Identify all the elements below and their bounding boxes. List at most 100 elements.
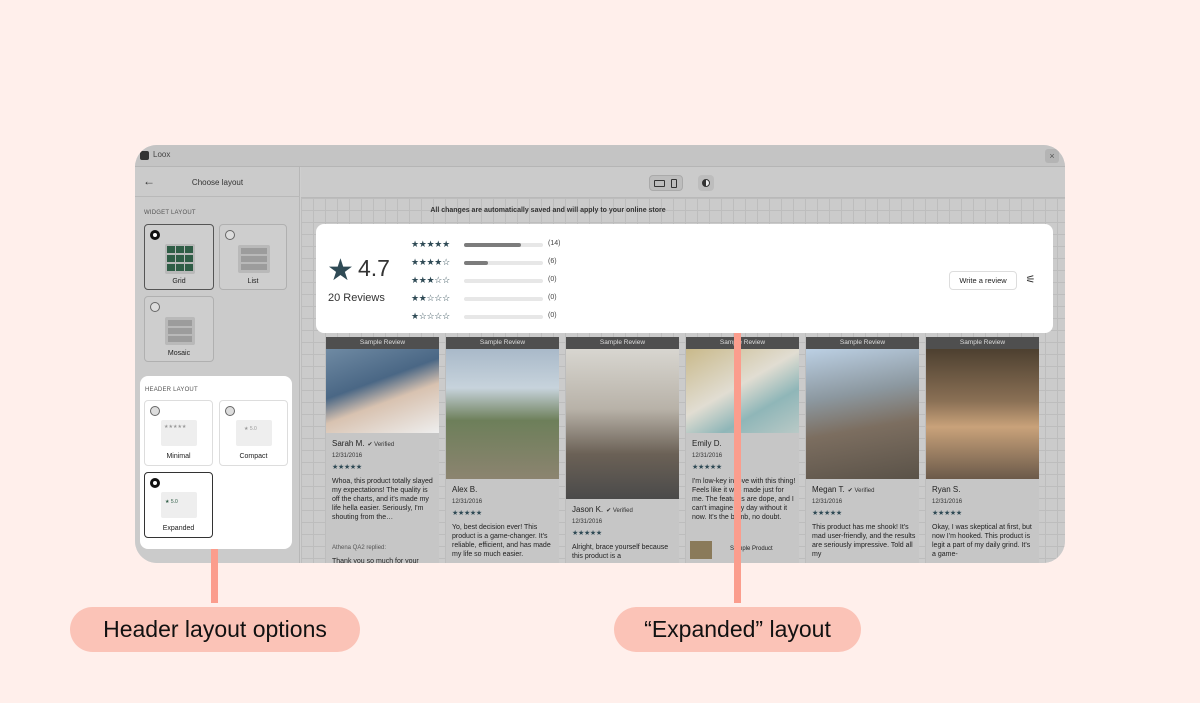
sample-review-tag: Sample Review [806,337,919,349]
review-card[interactable]: Sample Review Sarah M. ✔ Verified 12/31/201… [326,337,439,563]
review-stars: ★★★★★ [452,510,482,517]
reviewer-name-text: Sarah M. [332,439,365,448]
sidebar-header: ← Choose layout [135,167,300,197]
row-stars: ★★★☆☆ [411,275,450,285]
reviewer-name: Emily D. [692,439,722,448]
verified-label: Verified [854,488,875,494]
reviewer-name-text: Jason K. [572,505,604,514]
app-logo-icon [140,151,149,160]
product-thumbnail [690,541,712,559]
rating-bar [464,315,543,319]
widget-option-mosaic[interactable]: Mosaic [144,296,214,362]
theme-toggle-button[interactable] [698,175,714,191]
rating-bar-fill [464,261,489,265]
desktop-icon[interactable] [654,180,665,187]
review-stars: ★★★★★ [572,530,602,537]
header-option-minimal[interactable]: ★★★★★ Minimal [144,400,213,466]
header-layout-heading: HEADER LAYOUT [145,387,198,393]
header-option-compact[interactable]: ★ 5.0 Compact [219,400,288,466]
header-option-label: Expanded [162,525,195,532]
review-date: 12/31/2016 [692,453,723,459]
sample-review-tag: Sample Review [686,337,799,349]
expanded-layout-callout: “Expanded” layout [614,607,861,652]
sample-review-tag: Sample Review [926,337,1039,349]
verified-label: Verified [612,508,633,514]
header-option-expanded[interactable]: ★ 5.0 Expanded [144,472,213,538]
header-layout-callout: Header layout options [70,607,360,652]
review-photo[interactable] [686,349,799,433]
header-layout-panel: HEADER LAYOUT ★★★★★ Minimal ★ 5.0 Compac… [140,376,292,549]
review-text: I'm low-key in love with this thing! Fee… [692,478,796,521]
review-stars: ★★★★★ [332,464,362,471]
reviewer-name: Alex B. [452,485,477,494]
review-photo[interactable] [326,349,439,433]
review-photo[interactable] [926,349,1039,479]
review-card[interactable]: Sample Review Megan T. ✔ Verified 12/31/201… [806,337,919,563]
reviewer-name-text: Emily D. [692,439,722,448]
widget-option-list[interactable]: List [219,224,287,290]
review-stars: ★★★★★ [812,510,842,517]
list-radio[interactable] [225,230,235,240]
app-name: Loox [153,150,171,159]
mosaic-thumbnail-icon [165,317,195,345]
review-date: 12/31/2016 [932,499,963,505]
product-link[interactable]: Sample Product [690,541,795,559]
widget-option-label: List [247,278,259,285]
rating-bar [464,297,543,301]
expanded-thumbnail-icon: ★ 5.0 [161,492,197,518]
review-date: 12/31/2016 [332,453,363,459]
minimal-thumbnail-icon: ★★★★★ [161,420,197,446]
list-thumbnail-icon [238,245,270,273]
sliders-icon[interactable]: ⚟ [1021,271,1040,290]
rating-bar [464,279,543,283]
header-option-label: Minimal [166,453,191,460]
widget-option-label: Grid [172,278,186,285]
widget-option-grid[interactable]: Grid [144,224,214,290]
sample-review-tag: Sample Review [566,337,679,349]
reviewer-name-text: Megan T. [812,485,845,494]
expanded-radio[interactable] [150,478,160,488]
title-bar: Loox × [135,145,1065,167]
header-option-label: Compact [239,453,268,460]
review-photo[interactable] [446,349,559,479]
reply-text: Thank you so much for your [332,558,419,563]
rating-bar [464,261,543,265]
review-card[interactable]: Sample Review Alex B. 12/31/2016 ★★★★★ Yo, b… [446,337,559,563]
compact-radio[interactable] [225,406,235,416]
row-stars: ★☆☆☆☆ [411,311,450,321]
mobile-icon[interactable] [671,179,677,188]
reviewer-name-text: Alex B. [452,485,478,494]
row-count: (14) [548,240,561,247]
row-stars: ★★★★☆ [411,257,450,267]
grid-radio[interactable] [150,230,160,240]
autosave-notice: All changes are automatically saved and … [430,207,666,214]
reviewer-name: Ryan S. [932,485,960,494]
review-card[interactable]: Sample Review Ryan S. 12/31/2016 ★★★★★ Okay,… [926,337,1039,563]
expanded-review-header: ★ 4.7 20 Reviews ★★★★★ (14) ★★★★☆ (6) ★★★☆☆ (… [316,224,1053,333]
sample-review-tag: Sample Review [446,337,559,349]
review-text: Alright, brace yourself because this pro… [572,544,669,560]
device-toggle [649,175,683,191]
close-icon[interactable]: × [1045,149,1059,163]
verified-badge: ✔ Verified [606,508,633,514]
row-count: (0) [548,312,557,319]
rating-star-icon: ★ [327,254,354,287]
row-count: (0) [548,276,557,283]
review-card[interactable]: Sample Review Jason K. ✔ Verified 12/31/201… [566,337,679,563]
review-card[interactable]: Sample Review Emily D. 12/31/2016 ★★★★★ I'm … [686,337,799,563]
row-count: (0) [548,294,557,301]
review-stars: ★★★★★ [932,510,962,517]
preview-toolbar [301,167,1065,198]
review-text: Whoa, this product totally slayed my exp… [332,478,433,521]
minimal-radio[interactable] [150,406,160,416]
review-stars: ★★★★★ [692,464,722,471]
review-text: Yo, best decision ever! This product is … [452,524,551,558]
review-photo[interactable] [806,349,919,479]
review-date: 12/31/2016 [812,499,843,505]
mosaic-radio[interactable] [150,302,160,312]
write-review-button[interactable]: Write a review [949,271,1017,290]
review-photo[interactable] [566,349,679,499]
rating-bar-fill [464,243,521,247]
verified-badge: ✔ Verified [847,488,875,494]
review-date: 12/31/2016 [452,499,483,505]
